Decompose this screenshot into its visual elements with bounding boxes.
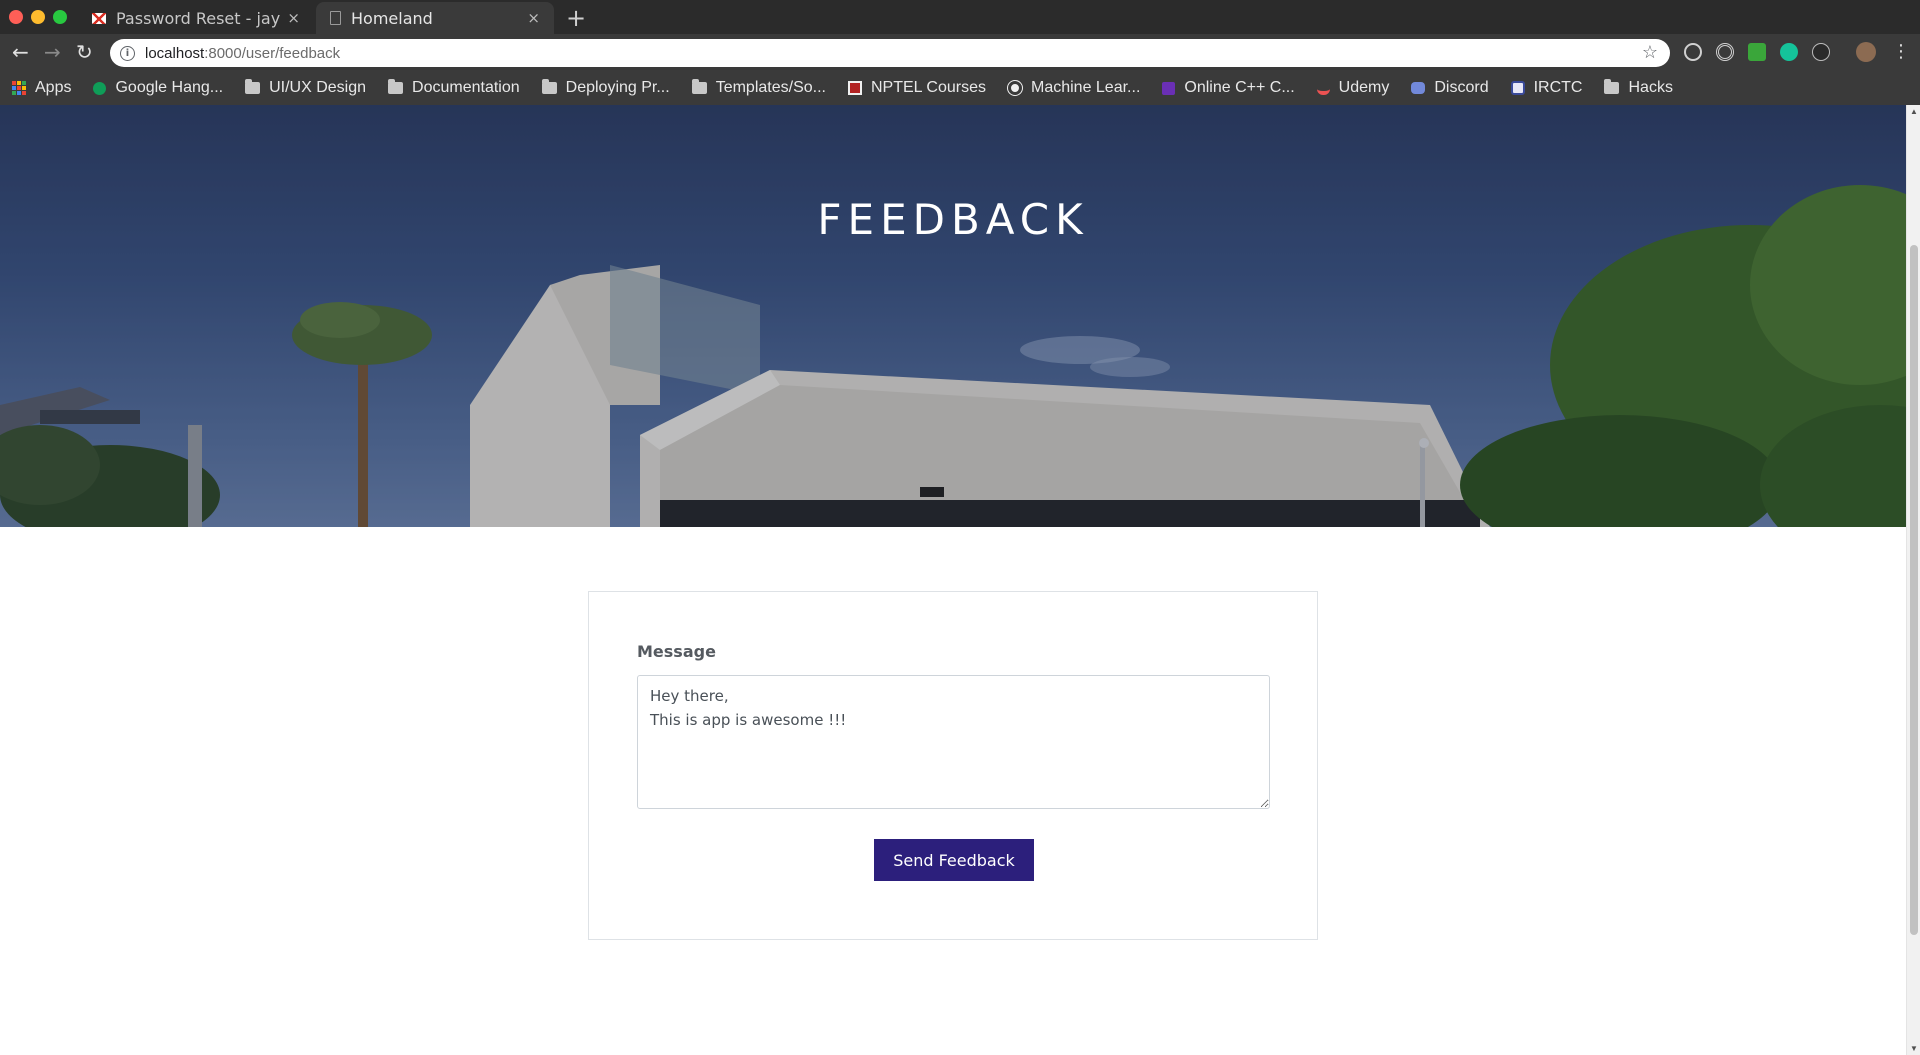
hero-overlay — [0, 105, 1906, 527]
address-bar[interactable]: i localhost:8000/user/feedback ☆ — [110, 39, 1670, 67]
scroll-up-icon[interactable]: ▲ — [1910, 107, 1918, 116]
bookmark-nptel[interactable]: NPTEL Courses — [847, 79, 986, 97]
bookmark-label: Hacks — [1628, 79, 1673, 96]
nptel-icon — [847, 81, 862, 95]
url-text: localhost:8000/user/feedback — [145, 44, 341, 62]
document-icon — [330, 11, 341, 25]
ml-icon — [1007, 81, 1022, 95]
maximize-window-button[interactable] — [53, 10, 67, 24]
browser-toolbar: ← → ↻ i localhost:8000/user/feedback ☆ ⋮ — [0, 34, 1920, 71]
discord-icon — [1411, 82, 1426, 94]
bookmarks-bar: Apps Google Hang... UI/UX Design Documen… — [0, 71, 1920, 105]
bookmark-label: Deploying Pr... — [565, 79, 670, 96]
page-viewport: FEEDBACK Message Hey there, This is app … — [0, 105, 1906, 1055]
forward-button[interactable]: → — [44, 40, 61, 64]
bookmark-templates[interactable]: Templates/So... — [691, 79, 826, 97]
message-textarea[interactable]: Hey there, This is app is awesome !!! — [637, 675, 1270, 809]
udemy-icon — [1316, 82, 1330, 95]
bookmark-deploying[interactable]: Deploying Pr... — [541, 79, 670, 97]
scroll-thumb[interactable] — [1910, 245, 1918, 935]
bookmark-google-hangouts[interactable]: Google Hang... — [93, 79, 223, 97]
browser-menu-icon[interactable]: ⋮ — [1892, 41, 1910, 62]
bookmark-machine-learning[interactable]: Machine Lear... — [1007, 79, 1141, 97]
close-window-button[interactable] — [9, 10, 23, 24]
bookmark-apps[interactable]: Apps — [12, 79, 71, 97]
gmail-icon — [92, 12, 106, 24]
bookmark-label: IRCTC — [1533, 79, 1583, 96]
hangouts-icon — [93, 81, 107, 95]
bookmark-label: Machine Lear... — [1030, 79, 1141, 96]
bookmark-label: Online C++ C... — [1184, 79, 1295, 96]
bookmark-uiux-design[interactable]: UI/UX Design — [245, 79, 366, 97]
css-extension-icon[interactable] — [1748, 43, 1766, 61]
close-tab-icon[interactable]: × — [287, 9, 300, 27]
extension-icon[interactable] — [1812, 43, 1830, 61]
bookmark-label: Templates/So... — [715, 79, 826, 96]
bookmark-irctc[interactable]: IRCTC — [1510, 79, 1583, 97]
react-devtools-icon[interactable] — [1684, 43, 1702, 61]
folder-icon — [541, 79, 557, 94]
bookmark-online-cpp[interactable]: Online C++ C... — [1162, 79, 1295, 97]
bookmark-label: Apps — [35, 79, 72, 96]
new-tab-button[interactable]: + — [566, 4, 586, 32]
bookmark-label: Udemy — [1338, 79, 1390, 96]
tab-label: Password Reset - jaygala — [116, 8, 281, 28]
bookmark-udemy[interactable]: Udemy — [1316, 79, 1390, 97]
bookmark-hacks[interactable]: Hacks — [1604, 79, 1673, 97]
grammarly-icon[interactable] — [1780, 43, 1798, 61]
bookmark-discord[interactable]: Discord — [1411, 79, 1489, 97]
cpp-icon — [1162, 81, 1176, 95]
folder-icon — [1604, 79, 1620, 94]
reload-button[interactable]: ↻ — [76, 40, 93, 64]
tab-label: Homeland — [351, 8, 433, 28]
folder-icon — [245, 79, 261, 94]
folder-icon — [388, 79, 404, 94]
page-scrollbar[interactable]: ▲ ▼ — [1906, 105, 1920, 1055]
back-button[interactable]: ← — [12, 40, 29, 64]
irctc-icon — [1510, 81, 1525, 95]
info-icon[interactable]: i — [120, 45, 135, 61]
apps-grid-icon — [12, 81, 26, 95]
bookmark-label: Google Hang... — [115, 79, 224, 96]
bookmark-label: Documentation — [412, 79, 520, 96]
tab-password-reset[interactable]: Password Reset - jaygala × — [78, 2, 314, 34]
hero-banner: FEEDBACK — [0, 105, 1906, 527]
bookmark-label: UI/UX Design — [269, 79, 367, 96]
page-title: FEEDBACK — [817, 195, 1089, 244]
bookmark-label: Discord — [1434, 79, 1489, 96]
extension-target-icon[interactable] — [1716, 43, 1734, 61]
bookmark-star-icon[interactable]: ☆ — [1642, 42, 1658, 63]
close-tab-icon[interactable]: × — [527, 9, 540, 27]
tab-homeland[interactable]: Homeland × — [316, 2, 554, 34]
bookmark-documentation[interactable]: Documentation — [388, 79, 520, 97]
message-label: Message — [637, 642, 716, 661]
feedback-card: Message Hey there, This is app is awesom… — [588, 591, 1318, 940]
scroll-down-icon[interactable]: ▼ — [1910, 1044, 1918, 1053]
minimize-window-button[interactable] — [31, 10, 45, 24]
profile-avatar[interactable] — [1856, 42, 1876, 62]
folder-icon — [691, 79, 707, 94]
send-feedback-button[interactable]: Send Feedback — [874, 839, 1034, 881]
tab-bar: Password Reset - jaygala × Homeland × + — [0, 0, 1920, 34]
bookmark-label: NPTEL Courses — [870, 79, 986, 96]
